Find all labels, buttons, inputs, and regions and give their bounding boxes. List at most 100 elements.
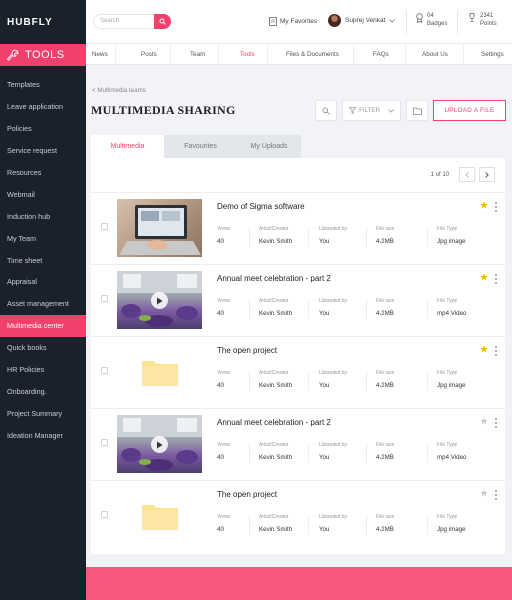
star-icon[interactable]	[480, 345, 488, 353]
divider	[366, 227, 367, 247]
uploaded-by-label: Uploaded by	[319, 298, 348, 304]
sidebar-item-asset-management[interactable]: Asset management	[0, 293, 86, 315]
sidebar-item-time-sheet[interactable]: Time sheet	[0, 249, 86, 271]
sidebar-item-leave-application[interactable]: Leave application	[0, 96, 86, 118]
nav-about-us[interactable]: About Us	[422, 51, 448, 58]
list-item-4[interactable]: Annual meet celebration - part 2 Views 4…	[91, 408, 505, 480]
file-size-column: File size 4.2MB	[376, 226, 394, 245]
nav-team[interactable]: Team	[190, 51, 205, 58]
item-title[interactable]: Annual meet celebration - part 2	[217, 274, 331, 283]
file-size-label: File size	[376, 298, 395, 304]
sidebar-item-ideation-manager[interactable]: Ideation Manager	[0, 424, 86, 446]
tab-favourites[interactable]: Favourites	[164, 135, 237, 158]
artist-value: Kevin Smith	[259, 382, 293, 389]
list-item-2[interactable]: Annual meet celebration - part 2 Views 4…	[91, 264, 505, 336]
sidebar-item-appraisal[interactable]: Appraisal	[0, 271, 86, 293]
photo-thumbnail[interactable]	[117, 199, 202, 257]
list-item-5[interactable]: The open project Views 40 Artist/Creator…	[91, 480, 505, 550]
file-size-column: File size 4.2MB	[376, 298, 394, 317]
user-menu[interactable]: Suprej Venkat	[328, 14, 396, 27]
select-checkbox[interactable]	[101, 439, 108, 446]
points-stat[interactable]: 2341 Points	[468, 12, 497, 28]
sidebar-item-my-team[interactable]: My Team	[0, 227, 86, 249]
chevron-right-icon	[485, 171, 489, 178]
filter-dropdown[interactable]: FILTER	[342, 100, 401, 121]
file-size-value: 4.2MB	[376, 526, 394, 533]
sidebar-item-webmail[interactable]: Webmail	[0, 183, 86, 205]
sidebar-item-quick-books[interactable]: Quick books	[0, 337, 86, 359]
sidebar-item-hr-policies[interactable]: HR Policies	[0, 359, 86, 381]
tab-multimedia[interactable]: Multimedia	[91, 135, 164, 158]
more-options-icon[interactable]	[495, 490, 498, 502]
search-button[interactable]	[154, 14, 171, 29]
tools-section-header[interactable]: TOOLS	[0, 44, 86, 66]
select-checkbox[interactable]	[101, 295, 108, 302]
list-item-1[interactable]: Demo of Sigma software Views 40 Artist/C…	[91, 192, 505, 264]
nav-news[interactable]: News	[92, 51, 108, 58]
item-title[interactable]: The open project	[217, 490, 277, 499]
divider	[249, 227, 250, 247]
badges-stat[interactable]: 04 Badges	[416, 12, 447, 28]
star-icon[interactable]	[480, 417, 488, 425]
star-icon[interactable]	[480, 489, 488, 497]
nav-faqs[interactable]: FAQs	[373, 51, 389, 58]
select-checkbox[interactable]	[101, 367, 108, 374]
prev-page-button[interactable]	[459, 167, 475, 182]
play-button[interactable]	[151, 436, 168, 453]
search-box[interactable]: Search	[93, 14, 171, 29]
upload-file-button[interactable]: UPLOAD A FILE	[433, 100, 506, 121]
views-label: Views	[217, 226, 231, 232]
folder-thumbnail[interactable]	[117, 487, 202, 545]
star-icon[interactable]	[480, 273, 488, 281]
search-input[interactable]: Search	[100, 18, 119, 24]
media-list-panel: 1 of 10 Demo of Sigma software Views 40 …	[91, 158, 505, 554]
divider	[427, 443, 428, 463]
breadcrumb[interactable]: < Multimedia teams	[92, 87, 146, 94]
star-icon[interactable]	[480, 201, 488, 209]
sidebar-item-templates[interactable]: Templates	[0, 74, 86, 96]
favorites-icon	[269, 17, 277, 26]
item-title[interactable]: Demo of Sigma software	[217, 202, 305, 211]
my-favorites-link[interactable]: My Favorites	[269, 17, 317, 26]
sidebar-item-project-summary[interactable]: Project Summary	[0, 402, 86, 424]
more-options-icon[interactable]	[495, 418, 498, 430]
video-thumbnail[interactable]	[117, 415, 202, 473]
more-options-icon[interactable]	[495, 346, 498, 358]
nav-posts[interactable]: Posts	[141, 51, 157, 58]
search-button[interactable]	[315, 100, 337, 121]
divider	[267, 44, 268, 65]
item-title[interactable]: The open project	[217, 346, 277, 355]
sidebar-item-policies[interactable]: Policies	[0, 118, 86, 140]
uploaded-by-label: Uploaded by	[319, 442, 348, 448]
uploaded-by-column: Uploaded by You	[319, 514, 347, 533]
play-button[interactable]	[151, 292, 168, 309]
laptop-photo-image	[119, 205, 201, 255]
more-options-icon[interactable]	[495, 202, 498, 214]
sidebar-item-resources[interactable]: Resources	[0, 162, 86, 184]
sidebar-item-service-request[interactable]: Service request	[0, 140, 86, 162]
folder-thumbnail[interactable]	[117, 343, 202, 401]
select-checkbox[interactable]	[101, 223, 108, 230]
folder-upload-button[interactable]	[406, 100, 428, 121]
sidebar-item-induction-hub[interactable]: Induction hub	[0, 205, 86, 227]
next-page-button[interactable]	[479, 167, 495, 182]
tab-my-uploads[interactable]: My Uploads	[237, 135, 301, 158]
more-options-icon[interactable]	[495, 274, 498, 286]
list-item-3[interactable]: The open project Views 40 Artist/Creator…	[91, 336, 505, 408]
uploaded-by-label: Uploaded by	[319, 226, 348, 232]
artist-label: Artist/Creator	[259, 514, 289, 520]
item-title[interactable]: Annual meet celebration - part 2	[217, 418, 331, 427]
artist-value: Kevin Smith	[259, 454, 293, 461]
nav-settings[interactable]: Settings	[481, 51, 504, 58]
nav-files-documents[interactable]: Files & Documents	[286, 51, 339, 58]
sidebar-item-multimedia-center[interactable]: Multimedia center	[0, 314, 86, 337]
sidebar-item-onboarding[interactable]: Onboarding.	[0, 380, 86, 402]
select-checkbox[interactable]	[101, 511, 108, 518]
nav-tools[interactable]: Tools	[240, 51, 255, 58]
uploaded-by-value: You	[319, 526, 330, 533]
video-thumbnail[interactable]	[117, 271, 202, 329]
filter-label: FILTER	[359, 107, 380, 114]
divider	[427, 515, 428, 535]
file-type-label: File Type	[437, 370, 458, 376]
brand-logo[interactable]: HUBFLY	[0, 0, 86, 44]
